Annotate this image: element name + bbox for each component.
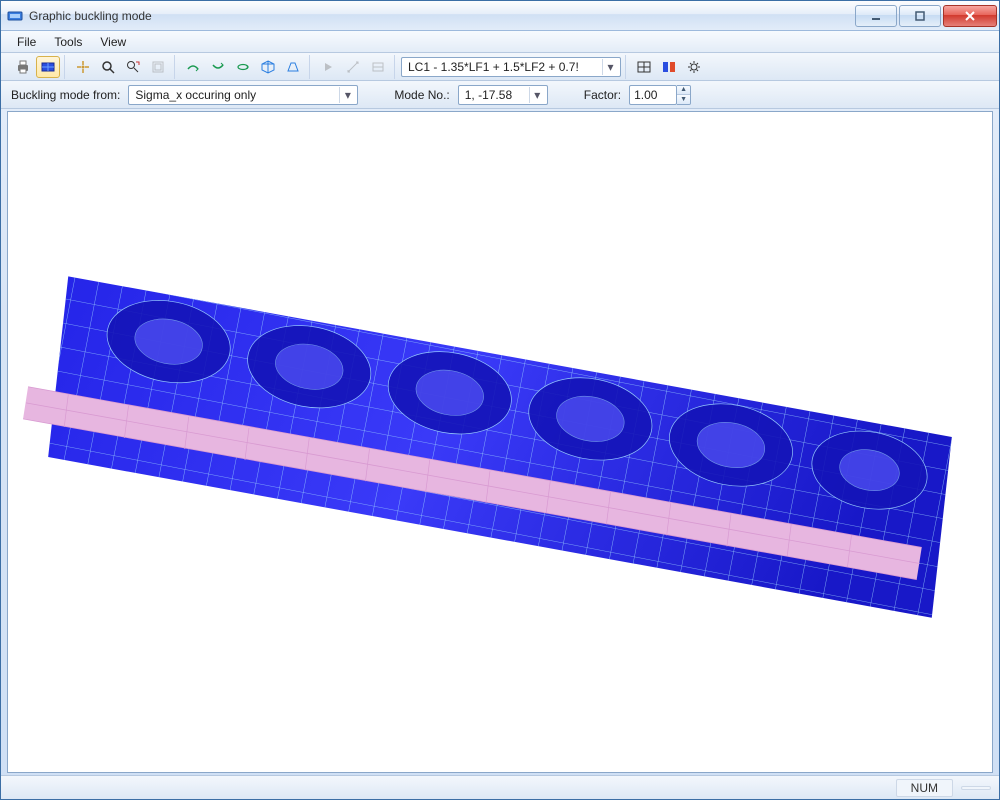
window-title: Graphic buckling mode bbox=[29, 9, 152, 23]
measure-button[interactable] bbox=[341, 56, 365, 78]
rotate-z-button[interactable] bbox=[231, 56, 255, 78]
menu-view[interactable]: View bbox=[92, 33, 134, 51]
mode-from-value: Sigma_x occuring only bbox=[135, 88, 335, 102]
menu-file[interactable]: File bbox=[9, 33, 44, 51]
app-icon bbox=[7, 8, 23, 24]
zoom-window-button[interactable] bbox=[121, 56, 145, 78]
legend-button[interactable] bbox=[657, 56, 681, 78]
animate-button[interactable] bbox=[316, 56, 340, 78]
mode-from-combo[interactable]: Sigma_x occuring only ▾ bbox=[128, 85, 358, 105]
menubar: File Tools View bbox=[1, 31, 999, 53]
factor-value: 1.00 bbox=[634, 88, 657, 102]
view-shaded-button[interactable] bbox=[36, 56, 60, 78]
close-button[interactable] bbox=[943, 5, 997, 27]
loadcase-combo-value: LC1 - 1.35*LF1 + 1.5*LF2 + 0.7! bbox=[408, 60, 598, 74]
zoom-fit-button[interactable] bbox=[146, 56, 170, 78]
titlebar: Graphic buckling mode bbox=[1, 1, 999, 31]
menu-tools[interactable]: Tools bbox=[46, 33, 90, 51]
iso-view-button[interactable] bbox=[256, 56, 280, 78]
print-button[interactable] bbox=[11, 56, 35, 78]
statusbar: NUM bbox=[1, 775, 999, 799]
maximize-button[interactable] bbox=[899, 5, 941, 27]
factor-label: Factor: bbox=[584, 88, 621, 102]
spinner-up-icon[interactable]: ▲ bbox=[677, 86, 690, 96]
status-num: NUM bbox=[896, 779, 953, 797]
main-toolbar: LC1 - 1.35*LF1 + 1.5*LF2 + 0.7! ▾ bbox=[1, 53, 999, 81]
chevron-down-icon: ▾ bbox=[529, 87, 545, 103]
factor-input[interactable]: 1.00 bbox=[629, 85, 677, 105]
mode-from-label: Buckling mode from: bbox=[11, 88, 120, 102]
rotate-x-button[interactable] bbox=[181, 56, 205, 78]
chevron-down-icon: ▾ bbox=[602, 59, 618, 75]
settings-button[interactable] bbox=[682, 56, 706, 78]
zoom-button[interactable] bbox=[96, 56, 120, 78]
mode-no-combo[interactable]: 1, -17.58 ▾ bbox=[458, 85, 548, 105]
viewport-3d[interactable] bbox=[7, 111, 993, 773]
app-window: Graphic buckling mode File Tools View bbox=[0, 0, 1000, 800]
buckling-mode-render bbox=[8, 112, 992, 772]
mode-no-value: 1, -17.58 bbox=[465, 88, 525, 102]
viewport-split-button[interactable] bbox=[632, 56, 656, 78]
spinner-down-icon[interactable]: ▼ bbox=[677, 95, 690, 104]
minimize-button[interactable] bbox=[855, 5, 897, 27]
loadcase-combo[interactable]: LC1 - 1.35*LF1 + 1.5*LF2 + 0.7! ▾ bbox=[401, 57, 621, 77]
chevron-down-icon: ▾ bbox=[339, 87, 355, 103]
perspective-button[interactable] bbox=[281, 56, 305, 78]
rotate-y-button[interactable] bbox=[206, 56, 230, 78]
mode-no-label: Mode No.: bbox=[394, 88, 449, 102]
pan-button[interactable] bbox=[71, 56, 95, 78]
factor-spinner[interactable]: ▲ ▼ bbox=[677, 85, 691, 105]
filter-toolbar: Buckling mode from: Sigma_x occuring onl… bbox=[1, 81, 999, 109]
section-button[interactable] bbox=[366, 56, 390, 78]
status-empty bbox=[961, 786, 991, 790]
window-buttons bbox=[853, 5, 997, 27]
factor-input-wrap: 1.00 ▲ ▼ bbox=[629, 85, 691, 105]
